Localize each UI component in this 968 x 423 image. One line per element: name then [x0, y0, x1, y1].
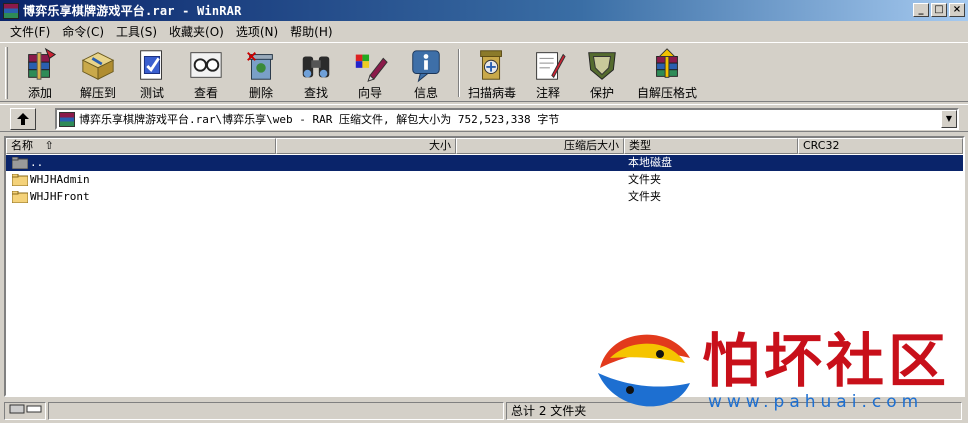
wizard-button[interactable]: 向导: [344, 47, 396, 101]
file-name: ..: [30, 156, 44, 169]
delete-button[interactable]: 删除: [235, 47, 287, 101]
status-selection-cell: [48, 402, 504, 420]
maximize-button[interactable]: □: [931, 3, 947, 17]
comment-icon: [536, 52, 566, 80]
path-dropdown-button[interactable]: ▼: [941, 110, 957, 128]
protect-shield-icon: [588, 52, 616, 80]
test-label: 测试: [139, 86, 164, 100]
drive-status-icon: [9, 404, 42, 414]
drive-icon: [12, 157, 28, 169]
info-button[interactable]: 信息: [400, 47, 452, 101]
winrar-app-icon[interactable]: [3, 2, 19, 19]
find-binoculars-icon: [302, 56, 330, 78]
column-header-type[interactable]: 类型: [624, 138, 798, 154]
file-row-whjhadmin[interactable]: WHJHAdmin 文件夹: [6, 172, 963, 188]
extract-to-button[interactable]: 解压到: [72, 47, 124, 101]
extract-to-label: 解压到: [79, 86, 116, 100]
test-icon: [140, 50, 162, 80]
toolbar: 添加 解压到 测试 查看 删除 查找 向导 信息 扫描病毒 注释 保护 自解压格…: [0, 42, 968, 102]
toolbar-separator: [458, 49, 460, 97]
toolbar-grip[interactable]: [5, 47, 8, 99]
find-label: 查找: [303, 86, 328, 100]
file-type: 本地磁盘: [628, 156, 672, 169]
archive-path-field[interactable]: 博弈乐享棋牌游戏平台.rar\博弈乐享\web - RAR 压缩文件, 解包大小…: [55, 108, 959, 130]
status-bar: 总计 2 文件夹: [0, 399, 968, 423]
file-list[interactable]: 名称 ⇧ 大小 压缩后大小 类型 CRC32 .. 本地磁盘 WHJHAdmin…: [4, 136, 965, 397]
file-name: WHJHAdmin: [30, 173, 90, 186]
address-bar: 博弈乐享棋牌游戏平台.rar\博弈乐享\web - RAR 压缩文件, 解包大小…: [0, 104, 968, 132]
add-archive-icon: [28, 47, 57, 80]
info-icon: [412, 50, 440, 83]
column-header-size[interactable]: 大小: [276, 138, 456, 154]
window-controls: _ □ ×: [913, 3, 965, 17]
virus-scan-label: 扫描病毒: [467, 86, 516, 100]
test-button[interactable]: 测试: [126, 47, 178, 101]
comment-button[interactable]: 注释: [522, 47, 574, 101]
file-row-parent[interactable]: .. 本地磁盘: [6, 155, 963, 171]
delete-label: 删除: [248, 86, 273, 100]
menu-options[interactable]: 选项(N): [230, 23, 284, 40]
view-label: 查看: [193, 86, 218, 100]
menu-bar: 文件(F) 命令(C) 工具(S) 收藏夹(O) 选项(N) 帮助(H): [0, 21, 968, 41]
view-button[interactable]: 查看: [180, 47, 232, 101]
view-icon: [190, 52, 222, 78]
sfx-button[interactable]: 自解压格式: [634, 47, 700, 101]
column-header-packed[interactable]: 压缩后大小: [456, 138, 624, 154]
wizard-label: 向导: [357, 86, 382, 100]
rar-archive-icon: [59, 111, 75, 127]
archive-path-text: 博弈乐享棋牌游戏平台.rar\博弈乐享\web - RAR 压缩文件, 解包大小…: [79, 113, 560, 126]
menu-favorites[interactable]: 收藏夹(O): [163, 23, 230, 40]
info-label: 信息: [413, 86, 438, 100]
window-title: 博弈乐享棋牌游戏平台.rar - WinRAR: [23, 4, 242, 18]
menu-file[interactable]: 文件(F): [4, 23, 56, 40]
file-name: WHJHFront: [30, 190, 90, 203]
folder-icon: [12, 174, 28, 186]
virus-scan-icon: [480, 50, 502, 80]
add-button[interactable]: 添加: [14, 47, 66, 101]
protect-button[interactable]: 保护: [576, 47, 628, 101]
file-type: 文件夹: [628, 190, 661, 203]
sfx-label: 自解压格式: [636, 86, 697, 100]
comment-label: 注释: [535, 86, 560, 100]
wizard-icon: [355, 54, 388, 82]
virus-scan-button[interactable]: 扫描病毒: [464, 47, 520, 101]
status-summary: 总计 2 文件夹: [506, 402, 962, 420]
menu-help[interactable]: 帮助(H): [284, 23, 338, 40]
column-header-crc32[interactable]: CRC32: [798, 138, 963, 154]
close-button[interactable]: ×: [949, 3, 965, 17]
file-type: 文件夹: [628, 173, 661, 186]
extract-to-icon: [81, 52, 115, 80]
status-drive-cell[interactable]: [4, 402, 46, 420]
up-folder-icon: [17, 113, 29, 125]
menu-tools[interactable]: 工具(S): [110, 23, 163, 40]
column-header-name[interactable]: 名称 ⇧: [6, 138, 276, 154]
sfx-icon: [656, 48, 678, 78]
title-bar: 博弈乐享棋牌游戏平台.rar - WinRAR _ □ ×: [0, 0, 968, 21]
minimize-button[interactable]: _: [913, 3, 929, 17]
folder-icon: [12, 191, 28, 203]
menu-commands[interactable]: 命令(C): [56, 23, 110, 40]
add-label: 添加: [27, 86, 52, 100]
up-folder-button[interactable]: [10, 108, 36, 130]
file-row-whjhfront[interactable]: WHJHFront 文件夹: [6, 189, 963, 205]
sort-up-icon: ⇧: [44, 139, 54, 152]
delete-icon: [247, 52, 273, 80]
protect-label: 保护: [589, 86, 614, 100]
find-button[interactable]: 查找: [290, 47, 342, 101]
column-name-label: 名称: [11, 139, 33, 152]
